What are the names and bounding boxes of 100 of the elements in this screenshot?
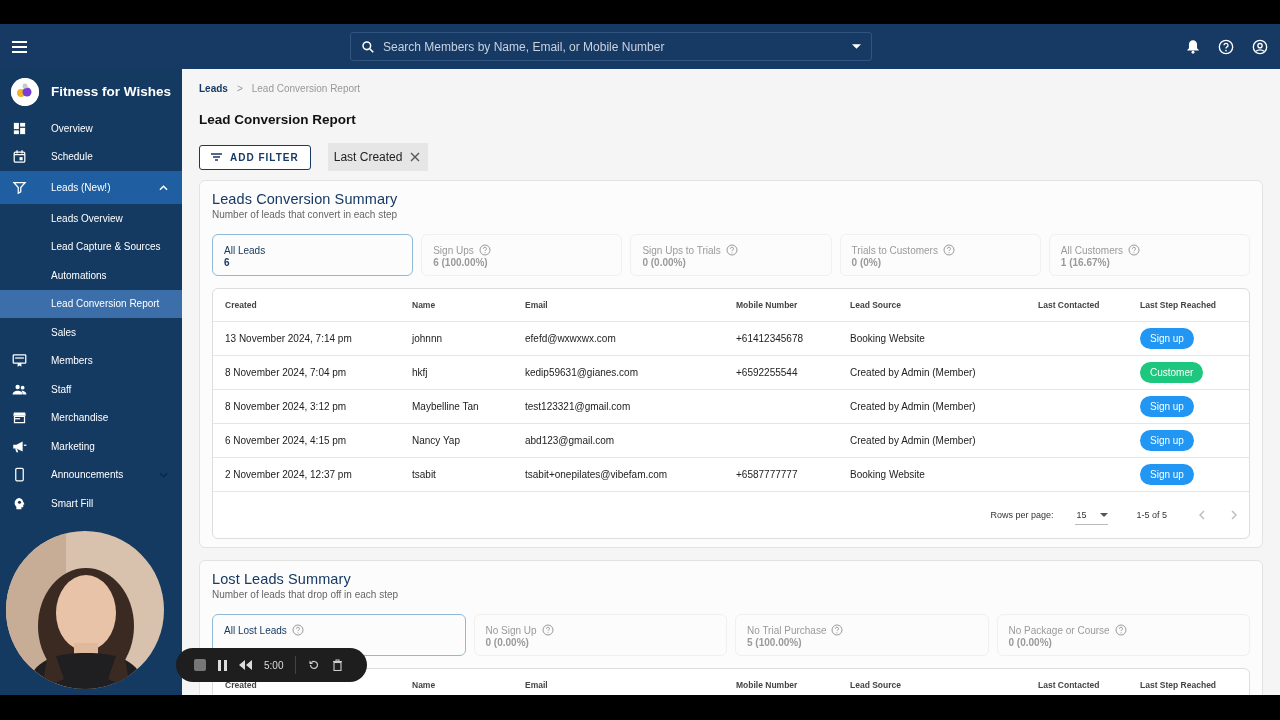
table-cell-text: Booking Website <box>850 469 926 480</box>
account-icon[interactable] <box>1252 38 1268 55</box>
step-badge: Sign up <box>1140 464 1194 485</box>
column-header: Email <box>525 300 549 310</box>
sidebar-item[interactable]: Marketing <box>0 432 182 461</box>
sidebar-item[interactable]: Lead Conversion Report <box>0 289 182 318</box>
section-title: Lost Leads Summary <box>212 571 352 588</box>
caret-icon <box>1100 512 1109 517</box>
stat-label: No Sign Up <box>485 624 537 636</box>
column-header: Last Step Reached <box>1140 300 1218 310</box>
sidebar-item[interactable]: Overview <box>0 114 182 143</box>
trash-icon[interactable] <box>332 659 344 671</box>
rewind-icon[interactable] <box>239 660 252 670</box>
stat-value: 1 (16.67%) <box>1060 257 1111 268</box>
table-cell-text: +6592255544 <box>736 367 799 378</box>
menu-icon[interactable] <box>12 40 27 53</box>
close-icon[interactable] <box>410 152 421 162</box>
column-header: Email <box>525 680 549 690</box>
table-cell-text: hkfj <box>412 367 429 378</box>
add-filter-button[interactable]: ADD FILTER <box>199 144 311 170</box>
table-cell-text: Booking Website <box>850 333 926 344</box>
step-badge: Sign up <box>1140 396 1194 417</box>
column-header: Last Contacted <box>1038 680 1101 690</box>
sidebar-item[interactable]: Schedule <box>0 142 182 171</box>
column-header: Mobile Number <box>736 680 799 690</box>
logo-icon <box>11 77 39 106</box>
section-subtitle: Number of leads that convert in each step <box>212 209 399 220</box>
sidebar-item[interactable]: Lead Capture & Sources <box>0 232 182 261</box>
sidebar-item[interactable]: Smart Fill <box>0 489 182 518</box>
bell-icon[interactable] <box>1186 39 1200 54</box>
stat-label: Trials to Customers <box>851 244 938 256</box>
section-subtitle: Number of leads that drop off in each step <box>212 589 400 600</box>
table-cell-text: Maybelline Tan <box>412 401 480 412</box>
pause-icon[interactable] <box>218 659 227 671</box>
restart-icon[interactable] <box>308 659 321 671</box>
step-badge: Sign up <box>1140 328 1194 349</box>
stat-value: 5 (100.00%) <box>747 637 803 648</box>
rows-per-page-label: Rows per page: <box>990 510 1054 520</box>
stat-label: Sign Ups to Trials <box>642 244 721 256</box>
previous-page-icon[interactable] <box>1199 510 1205 520</box>
breadcrumb-current: Lead Conversion Report <box>251 83 361 94</box>
page-range: 1-5 of 5 <box>1136 510 1167 520</box>
brand-name: Fitness for Wishes <box>51 84 171 99</box>
table-cell-text: 2 November 2024, 12:37 pm <box>225 469 353 480</box>
column-header: Created <box>225 300 258 310</box>
table-cell-text: Created by Admin (Member) <box>850 367 977 378</box>
sidebar-item[interactable]: Merchandise <box>0 403 182 432</box>
sidebar-item[interactable]: Announcements <box>0 460 182 489</box>
column-header: Name <box>412 300 437 310</box>
table-cell-text: tsabit+onepilates@vibefam.com <box>525 469 669 480</box>
column-header: Last Step Reached <box>1140 680 1218 690</box>
head-icon <box>12 495 27 511</box>
column-header: Lead Source <box>850 680 903 690</box>
column-header: Name <box>412 680 437 690</box>
page-title: Lead Conversion Report <box>199 112 357 127</box>
column-header: Lead Source <box>850 300 903 310</box>
breadcrumb-link[interactable]: Leads <box>199 83 228 94</box>
table-cell-text: Created by Admin (Member) <box>850 401 977 412</box>
column-header: Mobile Number <box>736 300 799 310</box>
section-title: Leads Conversion Summary <box>212 191 399 208</box>
stat-value: 0 (0.00%) <box>642 257 687 268</box>
step-badge: Sign up <box>1140 430 1194 451</box>
stat-value: 6 (100.00%) <box>433 257 489 268</box>
sidebar-item[interactable]: Leads Overview <box>0 204 182 233</box>
stat-label: All Leads <box>224 244 266 256</box>
column-header: Created <box>225 680 258 690</box>
card-icon <box>12 353 27 369</box>
search-input: Search Members by Name, Email, or Mobile Number <box>381 38 846 55</box>
table-cell-text: tsabit <box>412 469 437 480</box>
sidebar-item[interactable]: Automations <box>0 261 182 290</box>
column-header: Last Contacted <box>1038 300 1101 310</box>
table-cell-text: kedip59631@gianes.com <box>525 367 639 378</box>
next-page-icon[interactable] <box>1231 510 1237 520</box>
sidebar-item[interactable]: Members <box>0 346 182 375</box>
stat-value: 0 (0.00%) <box>485 637 530 648</box>
table-cell-text: test123321@gmail.com <box>525 401 632 412</box>
caret-icon[interactable] <box>852 44 861 49</box>
dashboard-icon <box>12 120 27 136</box>
stat-value: 6 <box>224 257 231 268</box>
table-cell-text: efefd@wxwxwx.com <box>525 333 617 344</box>
sidebar-item[interactable]: Staff <box>0 375 182 404</box>
stat-label: No Package or Course <box>1008 624 1110 636</box>
step-badge: Customer <box>1140 362 1204 383</box>
search-icon <box>361 39 375 54</box>
chevron-icon <box>159 184 168 191</box>
stop-icon[interactable] <box>194 659 206 671</box>
sidebar-item[interactable]: Leads (New!) <box>0 171 182 204</box>
table-cell-text: abd123@gmail.com <box>525 435 616 446</box>
calendar-icon <box>12 149 27 165</box>
breadcrumb-separator: > <box>236 83 243 94</box>
table-cell-text: 8 November 2024, 3:12 pm <box>225 401 348 412</box>
sidebar-item[interactable]: Sales <box>0 318 182 347</box>
search-field[interactable]: Search Members by Name, Email, or Mobile Number <box>350 32 872 61</box>
table-cell-text: 13 November 2024, 7:14 pm <box>225 333 353 344</box>
filter-chip[interactable]: Last Created <box>327 143 429 171</box>
table-cell-text: Nancy Yap <box>412 435 461 446</box>
stat-tab[interactable]: All Leads 6 <box>212 234 414 276</box>
rows-per-page-select[interactable]: 15 <box>1075 505 1109 525</box>
filter-icon <box>211 153 222 161</box>
table-cell-text: 8 November 2024, 7:04 pm <box>225 367 348 378</box>
